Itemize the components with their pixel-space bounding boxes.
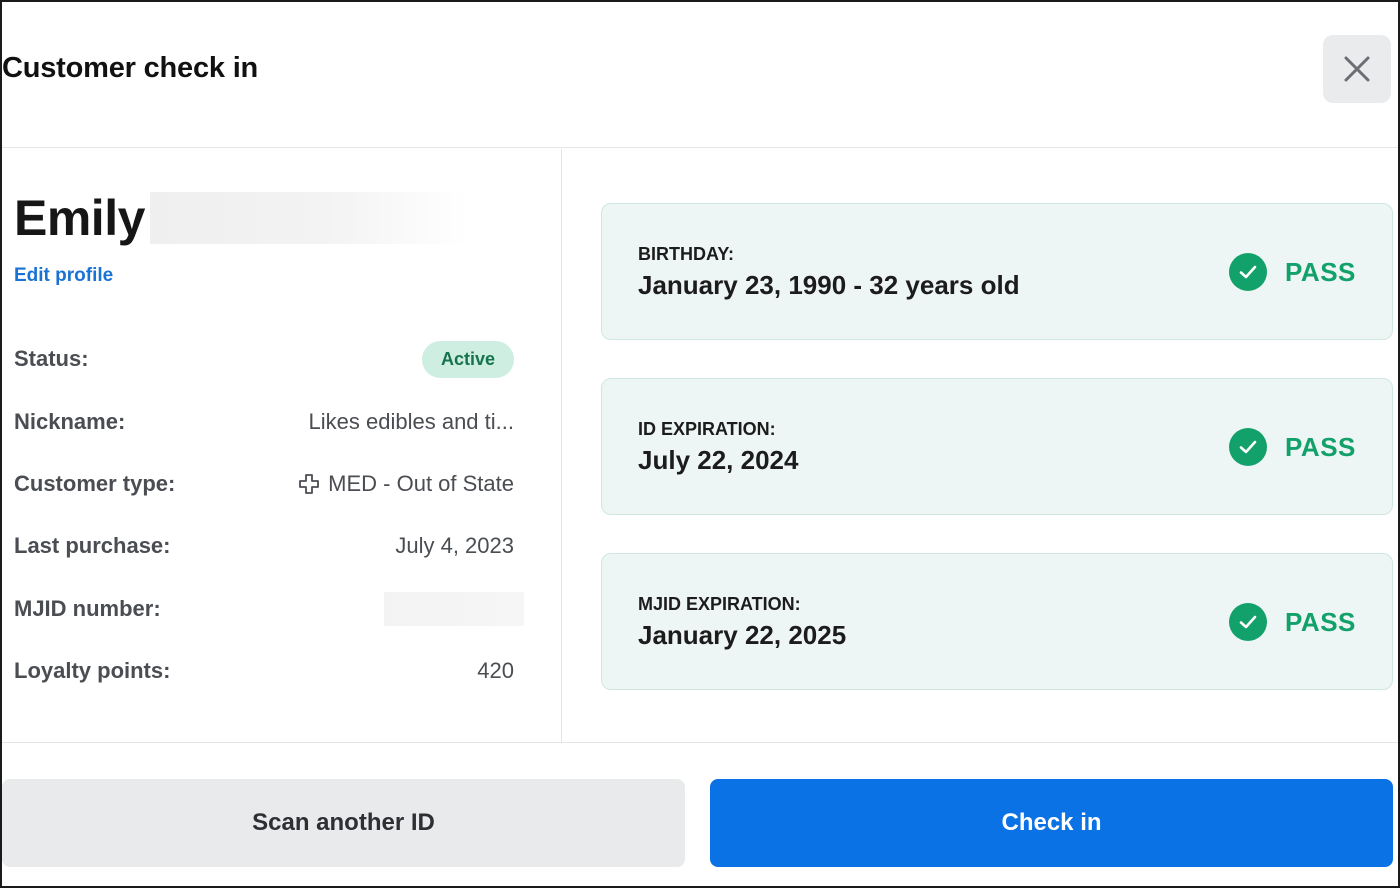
customer-last-name-redacted — [150, 192, 470, 244]
medical-cross-icon — [299, 474, 320, 494]
customer-type-value: MED - Out of State — [298, 471, 514, 497]
close-button[interactable] — [1323, 35, 1391, 103]
scan-another-id-button[interactable]: Scan another ID — [2, 779, 685, 867]
customer-check-in-modal: Customer check in Emily Edit profile Sta… — [0, 0, 1400, 888]
id-expiration-check-card: ID EXPIRATION: July 22, 2024 PASS — [601, 378, 1393, 515]
last-purchase-value: July 4, 2023 — [395, 533, 514, 558]
check-circle-icon — [1229, 253, 1267, 291]
mjid-expiration-check-result: PASS — [1229, 603, 1356, 641]
check-in-button[interactable]: Check in — [710, 779, 1393, 867]
birthday-check-value: January 23, 1990 - 32 years old — [638, 270, 1020, 300]
birthday-pass-text: PASS — [1285, 256, 1356, 287]
field-row-last-purchase: Last purchase: July 4, 2023 — [14, 526, 514, 566]
edit-profile-link[interactable]: Edit profile — [14, 265, 113, 287]
modal-title: Customer check in — [2, 52, 259, 84]
id-expiration-check-label: ID EXPIRATION: — [638, 419, 776, 439]
footer-divider — [2, 742, 1398, 743]
nickname-label: Nickname: — [14, 409, 126, 434]
id-expiration-check-value: July 22, 2024 — [638, 445, 799, 475]
birthday-check-card: BIRTHDAY: January 23, 1990 - 32 years ol… — [601, 203, 1393, 340]
mjid-expiration-pass-text: PASS — [1285, 606, 1356, 637]
mjid-expiration-check-label: MJID EXPIRATION: — [638, 594, 801, 614]
mjid-expiration-check-value: January 22, 2025 — [638, 620, 847, 650]
check-circle-icon — [1229, 603, 1267, 641]
loyalty-points-value: 420 — [477, 658, 514, 683]
nickname-value: Likes edibles and ti... — [308, 409, 514, 434]
field-row-loyalty-points: Loyalty points: 420 — [14, 651, 514, 691]
customer-first-name: Emily — [14, 190, 145, 246]
modal-header: Customer check in — [2, 2, 1398, 148]
birthday-check-result: PASS — [1229, 253, 1356, 291]
customer-type-text: MED - Out of State — [328, 471, 514, 496]
field-row-customer-type: Customer type: MED - Out of State — [14, 464, 514, 504]
field-row-mjid-number: MJID number: — [14, 589, 524, 629]
id-expiration-check-result: PASS — [1229, 428, 1356, 466]
status-label: Status: — [14, 346, 89, 371]
mjid-number-redacted — [384, 592, 524, 626]
mjid-expiration-check-card: MJID EXPIRATION: January 22, 2025 PASS — [601, 553, 1393, 690]
customer-type-label: Customer type: — [14, 471, 176, 496]
loyalty-points-label: Loyalty points: — [14, 658, 171, 683]
field-row-status: Status: Active — [14, 339, 514, 379]
status-badge: Active — [421, 340, 514, 378]
birthday-check-label: BIRTHDAY: — [638, 244, 735, 264]
customer-profile-panel: Emily Edit profile Status: Active Nickna… — [2, 149, 562, 742]
last-purchase-label: Last purchase: — [14, 533, 171, 558]
mjid-number-label: MJID number: — [14, 596, 161, 621]
close-icon — [1344, 56, 1370, 82]
id-expiration-pass-text: PASS — [1285, 431, 1356, 462]
check-circle-icon — [1229, 428, 1267, 466]
field-row-nickname: Nickname: Likes edibles and ti... — [14, 402, 514, 442]
